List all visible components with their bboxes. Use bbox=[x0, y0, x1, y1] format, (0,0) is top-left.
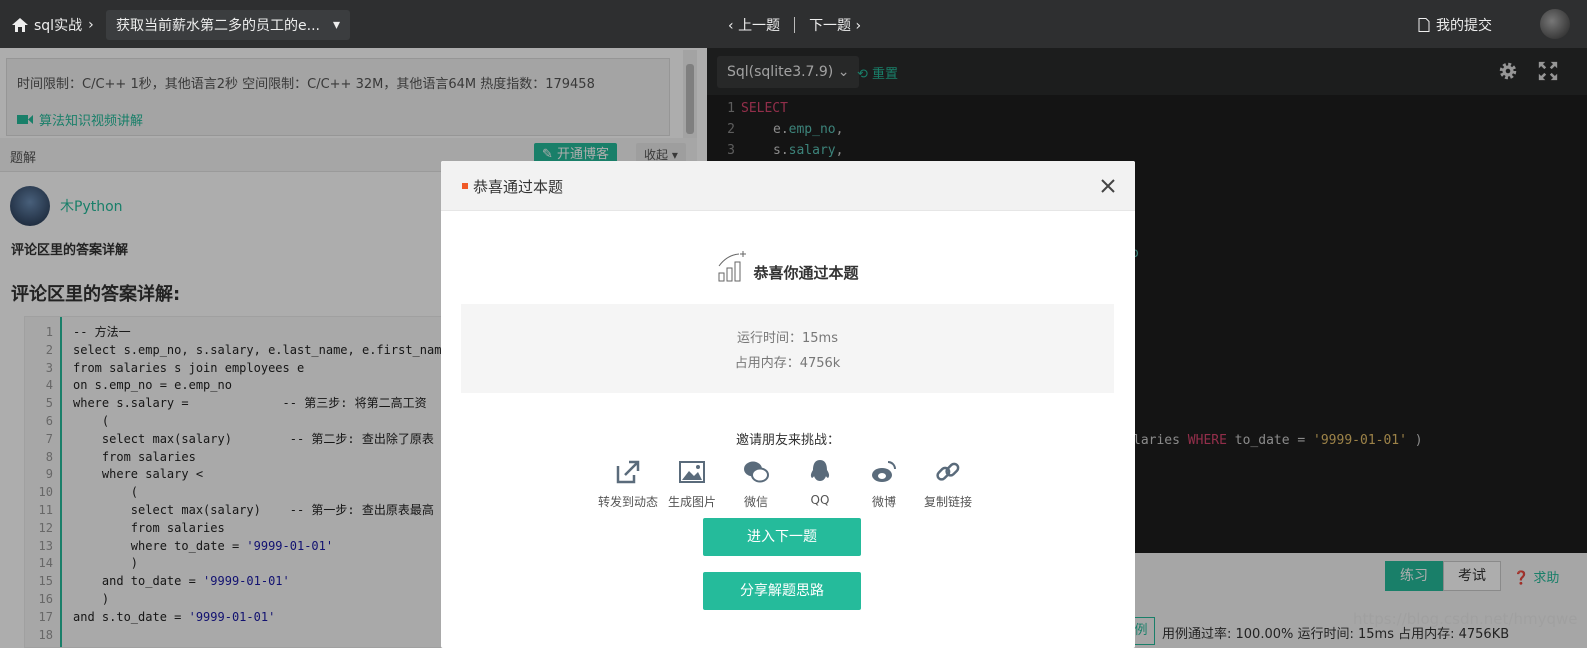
document-icon bbox=[1418, 18, 1430, 32]
my-submission-link[interactable]: 我的提交 bbox=[1418, 15, 1492, 35]
chevron-right-icon: › bbox=[88, 17, 94, 33]
prev-problem-link[interactable]: ‹ 上一题 bbox=[728, 15, 780, 35]
close-icon[interactable] bbox=[1097, 175, 1119, 197]
weibo-icon bbox=[872, 461, 896, 482]
caret-down-icon: ▾ bbox=[332, 17, 340, 33]
avatar[interactable] bbox=[1540, 9, 1570, 39]
runtime: 运行时间：15ms bbox=[737, 331, 838, 346]
my-submission-label: 我的提交 bbox=[1436, 18, 1492, 34]
breadcrumb[interactable]: sql实战 › bbox=[12, 15, 94, 35]
share-image[interactable]: 生成图片 bbox=[660, 458, 724, 510]
share-label: 生成图片 bbox=[667, 495, 716, 509]
run-stats: 运行时间：15ms 占用内存：4756k bbox=[461, 304, 1114, 393]
growth-chart-icon bbox=[718, 251, 747, 282]
home-icon bbox=[12, 18, 28, 32]
share-qq[interactable]: QQ bbox=[788, 458, 852, 510]
wechat-icon bbox=[744, 461, 769, 483]
share-label: 复制链接 bbox=[923, 495, 972, 509]
divider bbox=[794, 17, 796, 33]
breadcrumb-label: sql实战 bbox=[34, 18, 83, 34]
share-label: 转发到动态 bbox=[597, 495, 658, 509]
share-copy-link[interactable]: 复制链接 bbox=[916, 458, 980, 510]
share-solution-button[interactable]: 分享解题思路 bbox=[703, 572, 861, 610]
next-problem-button[interactable]: 进入下一题 bbox=[703, 518, 861, 556]
dialog-header: 恭喜通过本题 bbox=[441, 161, 1135, 211]
invite-label: 邀请朋友来挑战： bbox=[735, 433, 840, 448]
title-marker bbox=[462, 183, 468, 189]
share-wechat[interactable]: 微信 bbox=[724, 458, 788, 510]
image-icon bbox=[679, 461, 705, 483]
share-label: QQ bbox=[810, 493, 830, 507]
top-bar: sql实战 › 获取当前薪水第二多的员工的e... ▾ ‹ 上一题 下一题 › … bbox=[0, 0, 1587, 48]
problem-title: 获取当前薪水第二多的员工的e... bbox=[116, 18, 320, 34]
congrats-text: 恭喜你通过本题 bbox=[753, 264, 859, 282]
share-weibo[interactable]: 微博 bbox=[852, 458, 916, 510]
problem-select[interactable]: 获取当前薪水第二多的员工的e... ▾ bbox=[106, 10, 350, 40]
next-problem-link[interactable]: 下一题 › bbox=[809, 15, 861, 35]
qq-icon bbox=[810, 460, 830, 481]
link-icon bbox=[936, 462, 960, 481]
success-dialog: 恭喜通过本题 恭喜你通过本题 运行时间：15ms 占用内存：4756k 邀请朋友… bbox=[441, 161, 1135, 648]
share-feed[interactable]: 转发到动态 bbox=[596, 458, 660, 510]
dialog-title: 恭喜通过本题 bbox=[473, 178, 564, 196]
share-label: 微信 bbox=[743, 495, 768, 509]
share-label: 微博 bbox=[871, 495, 896, 509]
watermark: https://blog.csdn.net/hmyqwe bbox=[1353, 610, 1578, 628]
congrats-row: 恭喜你通过本题 bbox=[441, 251, 1135, 283]
share-icon bbox=[616, 460, 640, 484]
share-options: 转发到动态 生成图片 微信 QQ 微博 复制链接 bbox=[441, 458, 1135, 510]
problem-nav: ‹ 上一题 下一题 › bbox=[728, 15, 861, 35]
memory: 占用内存：4756k bbox=[734, 356, 841, 371]
